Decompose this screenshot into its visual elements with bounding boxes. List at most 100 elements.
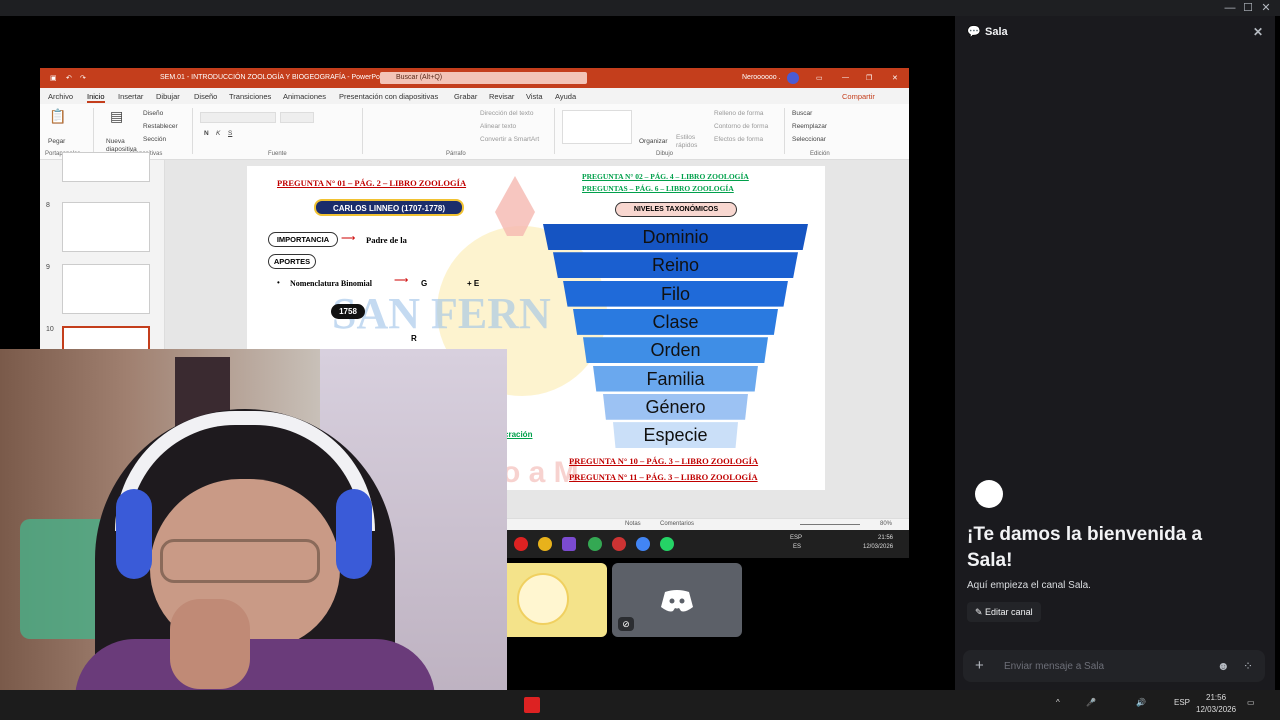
app-icon[interactable] xyxy=(562,537,576,551)
chat-panel: 💬 Sala ✕ ¡Te damos la bienvenida a Sala!… xyxy=(955,16,1275,690)
select-button[interactable]: Seleccionar xyxy=(792,136,826,143)
clock-time: 21:56 xyxy=(1206,693,1227,702)
minimize-icon[interactable]: — xyxy=(1221,1,1239,15)
find-button[interactable]: Buscar xyxy=(792,110,812,117)
shape-effects-button[interactable]: Efectos de forma xyxy=(714,136,763,143)
volume-icon[interactable]: 🔊 xyxy=(1136,698,1146,707)
slide-number: 8 xyxy=(46,202,50,209)
message-input[interactable]: + Enviar mensaje a Sala ☻ ⁘ xyxy=(963,650,1265,682)
underline-icon[interactable]: S xyxy=(228,130,232,137)
lang-indicator[interactable]: ESP xyxy=(790,535,802,541)
save-icon[interactable]: ▣ xyxy=(50,74,57,82)
undo-icon[interactable]: ↶ xyxy=(66,74,72,82)
mic-icon[interactable]: 🎤 xyxy=(1086,698,1096,707)
layout-button[interactable]: Diseño xyxy=(143,110,163,117)
tab-animaciones[interactable]: Animaciones xyxy=(283,92,326,101)
chrome-icon[interactable] xyxy=(636,537,650,551)
discord-icon xyxy=(661,590,693,612)
maximize-icon[interactable]: ☐ xyxy=(1239,1,1257,15)
tab-archivo[interactable]: Archivo xyxy=(48,92,73,101)
headphone-right xyxy=(336,489,372,579)
whatsapp-icon[interactable] xyxy=(660,537,674,551)
paste-icon[interactable]: 📋 xyxy=(49,108,66,125)
ribbon: 📋 Pegar ▤ Nueva diapositiva Diseño Resta… xyxy=(40,104,909,160)
avatar[interactable] xyxy=(787,72,799,84)
tab-diseno[interactable]: Diseño xyxy=(194,92,217,101)
taxonomy-level: Reino xyxy=(553,252,798,279)
person-hand xyxy=(170,599,250,689)
reset-button[interactable]: Restablecer xyxy=(143,123,178,130)
paste-button[interactable]: Pegar xyxy=(48,138,65,145)
tab-ayuda[interactable]: Ayuda xyxy=(555,92,576,101)
bold-icon[interactable]: N xyxy=(204,130,209,137)
arrange-button[interactable]: Organizar xyxy=(639,138,668,145)
shared-taskbar: ESP ES 21:56 12/03/2026 xyxy=(506,530,909,558)
emoji-icon[interactable]: ☻ xyxy=(1217,659,1230,673)
italic-icon[interactable]: K xyxy=(216,130,220,137)
chrome-icon[interactable] xyxy=(588,537,602,551)
font-size-select[interactable] xyxy=(280,112,314,123)
slide-thumbnail[interactable] xyxy=(62,202,150,252)
font-name-select[interactable] xyxy=(200,112,276,123)
tab-grabar[interactable]: Grabar xyxy=(454,92,477,101)
tab-transiciones[interactable]: Transiciones xyxy=(229,92,271,101)
shape-fill-button[interactable]: Relleno de forma xyxy=(714,110,764,117)
tab-vista[interactable]: Vista xyxy=(526,92,543,101)
smartart-button[interactable]: Convertir a SmartArt xyxy=(480,136,539,143)
slide-number: 9 xyxy=(46,264,50,271)
shapes-gallery[interactable] xyxy=(562,110,632,144)
search-input[interactable]: Buscar (Alt+Q) xyxy=(380,72,587,84)
chrome-icon[interactable] xyxy=(538,537,552,551)
r-text: R xyxy=(411,334,417,343)
close-icon[interactable]: ✕ xyxy=(1257,1,1275,15)
ppt-close-icon[interactable]: ✕ xyxy=(892,74,898,82)
tab-inicio[interactable]: Inicio xyxy=(87,92,105,103)
ribbon-display-icon[interactable]: ▭ xyxy=(816,74,823,82)
share-button[interactable]: Compartir xyxy=(842,92,875,101)
niveles-badge: NIVELES TAXONÓMICOS xyxy=(615,202,737,217)
redo-icon[interactable]: ↷ xyxy=(80,74,86,82)
text-direction-button[interactable]: Dirección del texto xyxy=(480,110,533,117)
add-icon[interactable]: + xyxy=(975,657,984,674)
arrow-icon: ⟶ xyxy=(394,275,409,286)
slide-thumbnail[interactable] xyxy=(62,152,150,182)
linneo-title: CARLOS LINNEO (1707-1778) xyxy=(314,199,464,216)
notification-icon[interactable]: ▭ xyxy=(1247,698,1255,707)
question-10-header: PREGUNTA N° 10 – PÁG. 3 – LIBRO ZOOLOGÍA xyxy=(569,456,759,466)
shape-outline-button[interactable]: Contorno de forma xyxy=(714,123,768,130)
apps-icon[interactable]: ⁘ xyxy=(1243,659,1253,673)
zoom-slider[interactable] xyxy=(800,524,860,525)
question-1-header: PREGUNTA N° 01 – PÁG. 2 – LIBRO ZOOLOGÍA xyxy=(277,178,467,188)
participant-tile[interactable] xyxy=(507,563,607,637)
dota-icon[interactable] xyxy=(524,697,540,713)
ppt-restore-icon[interactable]: ❐ xyxy=(866,74,872,82)
creacion-text: cración xyxy=(504,430,533,439)
replace-button[interactable]: Reemplazar xyxy=(792,123,827,130)
new-slide-icon[interactable]: ▤ xyxy=(110,108,123,125)
zoom-level[interactable]: 80% xyxy=(880,521,892,527)
nomenclatura-text: Nomenclatura Binomial xyxy=(290,279,372,288)
tab-revisar[interactable]: Revisar xyxy=(489,92,514,101)
pencil-icon: ✎ xyxy=(975,607,986,617)
quick-styles-button[interactable]: Estilos rápidos xyxy=(676,134,700,150)
participant-tile[interactable]: ⊘ xyxy=(612,563,742,637)
padre-text: Padre de la xyxy=(366,235,407,245)
tray-chevron-icon[interactable]: ^ xyxy=(1056,698,1060,707)
comments-button[interactable]: Comentarios xyxy=(660,521,694,527)
section-button[interactable]: Sección xyxy=(143,136,166,143)
tab-insertar[interactable]: Insertar xyxy=(118,92,143,101)
tab-presentacion[interactable]: Presentación con diapositivas xyxy=(339,92,438,101)
align-text-button[interactable]: Alinear texto xyxy=(480,123,516,130)
tab-dibujar[interactable]: Dibujar xyxy=(156,92,180,101)
close-icon[interactable]: ✕ xyxy=(1253,25,1263,39)
edit-channel-button[interactable]: ✎ Editar canal xyxy=(967,602,1041,622)
opera-icon[interactable] xyxy=(514,537,528,551)
scrollbar[interactable] xyxy=(901,164,909,464)
lang-indicator[interactable]: ESP xyxy=(1174,698,1190,707)
notes-button[interactable]: Notas xyxy=(625,521,641,527)
windows-taskbar: ^ 🎤 🔊 ESP 21:56 12/03/2026 ▭ xyxy=(0,690,1280,720)
app-icon[interactable] xyxy=(612,537,626,551)
ppt-minimize-icon[interactable]: — xyxy=(842,74,849,81)
slide-thumbnail[interactable] xyxy=(62,264,150,314)
bullet: • xyxy=(277,278,280,287)
